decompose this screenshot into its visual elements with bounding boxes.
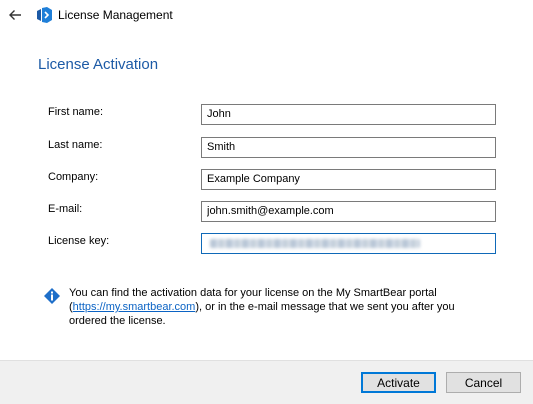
page-title: License Activation <box>38 56 159 73</box>
title-bar: License Management <box>0 0 533 30</box>
company-field[interactable] <box>201 169 496 190</box>
info-message: You can find the activation data for you… <box>69 286 489 328</box>
license-key-label: License key: <box>48 235 110 247</box>
license-key-field[interactable] <box>201 233 496 254</box>
last-name-label: Last name: <box>48 139 103 151</box>
back-arrow-icon[interactable] <box>8 8 22 22</box>
last-name-field[interactable] <box>201 137 496 158</box>
cancel-button[interactable]: Cancel <box>446 372 521 393</box>
first-name-field[interactable] <box>201 104 496 125</box>
email-field[interactable] <box>201 201 496 222</box>
activate-button[interactable]: Activate <box>361 372 436 393</box>
smartbear-portal-link[interactable]: https://my.smartbear.com <box>73 301 196 313</box>
email-label: E-mail: <box>48 203 83 215</box>
first-name-label: First name: <box>48 106 104 118</box>
window-title: License Management <box>58 8 173 22</box>
info-diamond-icon <box>44 288 60 304</box>
smartbear-logo-icon <box>37 7 52 23</box>
dialog-footer: Activate Cancel <box>0 360 533 404</box>
company-label: Company: <box>48 171 99 183</box>
license-key-blurred-value <box>210 239 420 248</box>
